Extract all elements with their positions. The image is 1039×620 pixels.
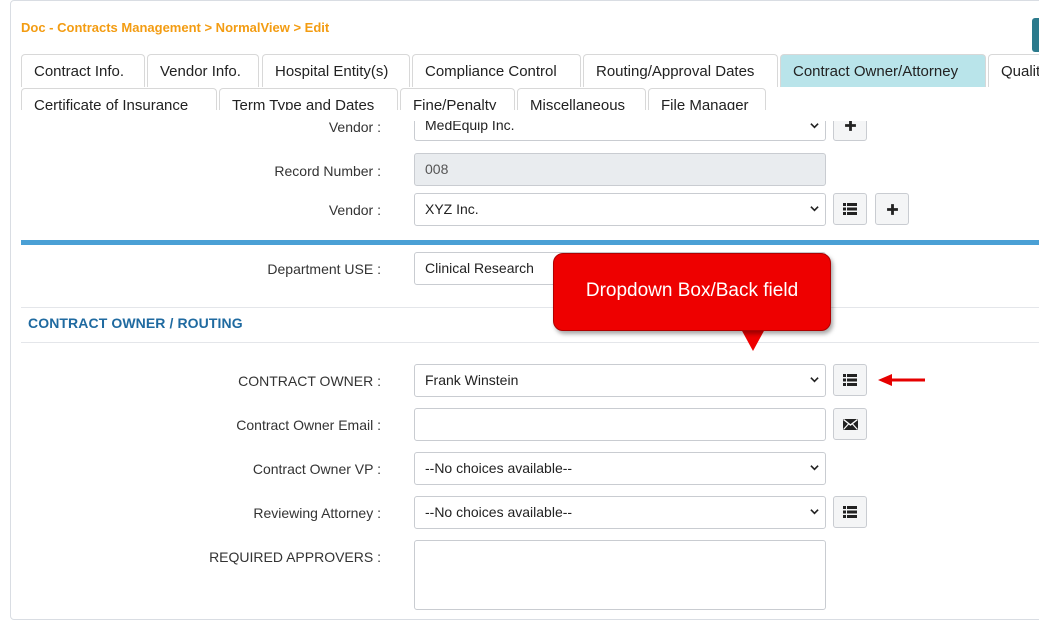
required-approvers-label: REQUIRED APPROVERS : [209, 549, 381, 565]
plus-icon [886, 203, 898, 215]
reviewing-attorney-list-button[interactable] [833, 496, 867, 528]
contract-owner-select[interactable]: Frank Winstein [414, 364, 826, 397]
tab-contract-owner-attorney[interactable]: Contract Owner/Attorney [780, 54, 986, 87]
chevron-down-icon [810, 123, 819, 129]
reviewing-attorney-label: Reviewing Attorney : [253, 505, 381, 521]
department-use-label: Department USE : [267, 261, 381, 277]
record-number-label: Record Number : [274, 163, 381, 179]
tab-contract-info[interactable]: Contract Info. [21, 54, 145, 87]
contract-owner-list-button[interactable] [833, 364, 867, 396]
contract-owner-vp-select[interactable]: --No choices available-- [414, 452, 826, 485]
vendor-top-label: Vendor : [328, 119, 381, 135]
vendor-list-button[interactable] [833, 193, 867, 225]
chevron-down-icon [810, 206, 819, 212]
top-action-button[interactable] [1032, 18, 1039, 52]
divider [21, 307, 1039, 308]
email-button[interactable] [833, 408, 867, 440]
breadcrumb[interactable]: Doc - Contracts Management > NormalView … [21, 20, 329, 35]
tab-routing-approval-dates[interactable]: Routing/Approval Dates [583, 54, 778, 87]
chevron-down-icon [810, 509, 819, 515]
divider [21, 342, 1039, 343]
section-divider [21, 240, 1039, 245]
record-number-field: 008 [414, 153, 826, 186]
vendor-label: Vendor : [328, 202, 381, 218]
tab-quality[interactable]: Quality [988, 54, 1039, 87]
contract-owner-email-label: Contract Owner Email : [236, 417, 381, 433]
chevron-down-icon [810, 465, 819, 471]
tab-compliance-control[interactable]: Compliance Control [412, 54, 581, 87]
list-icon [843, 374, 857, 386]
reviewing-attorney-select[interactable]: --No choices available-- [414, 496, 826, 529]
list-icon [843, 506, 857, 518]
annotation-callout: Dropdown Box/Back field [553, 253, 831, 331]
envelope-icon [842, 418, 858, 430]
reviewing-attorney-value: --No choices available-- [425, 504, 573, 520]
tab-hospital-entity[interactable]: Hospital Entity(s) [262, 54, 410, 87]
vendor-select[interactable]: XYZ Inc. [414, 193, 826, 226]
add-vendor-button[interactable] [875, 193, 909, 225]
callout-pointer [741, 329, 765, 351]
contract-owner-vp-label: Contract Owner VP : [252, 461, 381, 477]
chevron-down-icon [810, 377, 819, 383]
contract-owner-vp-value: --No choices available-- [425, 460, 573, 476]
vendor-value: XYZ Inc. [425, 201, 479, 217]
list-icon [843, 203, 857, 215]
contract-owner-label: CONTRACT OWNER : [238, 373, 381, 389]
tab-vendor-info[interactable]: Vendor Info. [147, 54, 259, 87]
contract-owner-email-field[interactable] [414, 408, 826, 441]
section-title: CONTRACT OWNER / ROUTING [28, 315, 243, 331]
scroll-mask [21, 110, 1039, 121]
contract-owner-value: Frank Winstein [425, 372, 519, 388]
required-approvers-field[interactable] [414, 540, 826, 610]
arrow-left-icon [878, 374, 925, 386]
